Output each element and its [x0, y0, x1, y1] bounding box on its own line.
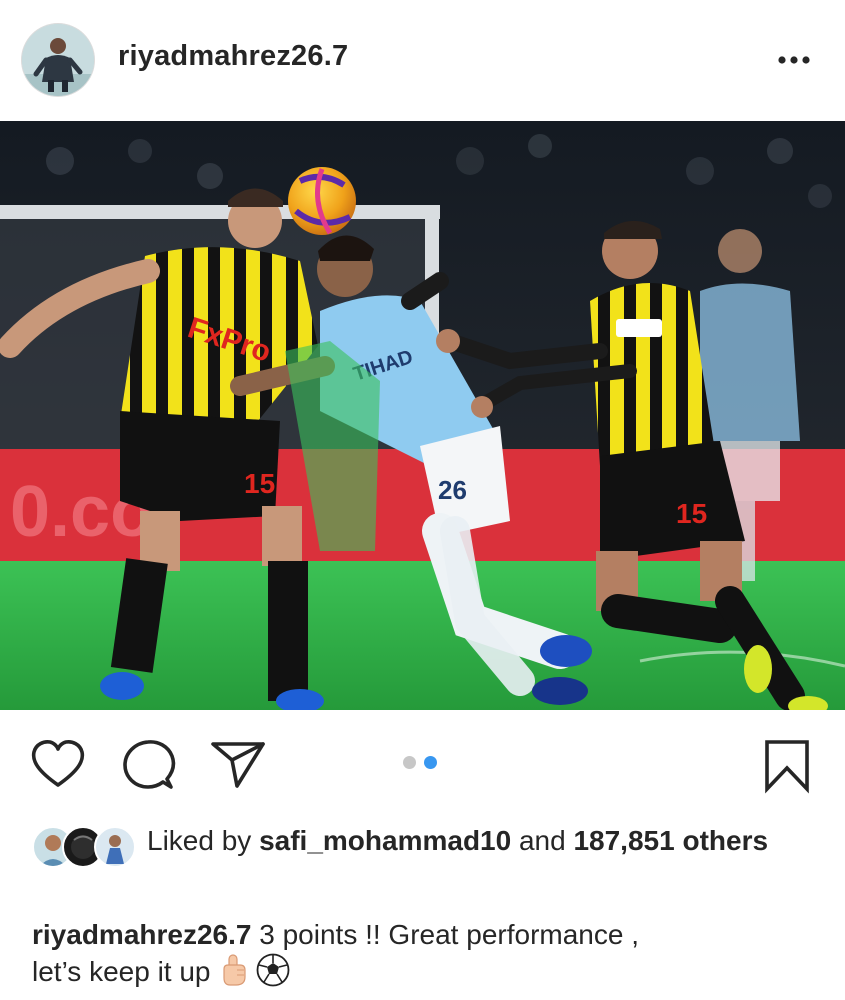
jersey-number: 15 — [244, 468, 275, 499]
liker-avatar[interactable] — [94, 826, 136, 868]
soccer-ball-icon — [256, 953, 290, 996]
likes-count[interactable]: 187,851 — [573, 825, 674, 856]
jersey-number: 26 — [438, 475, 467, 505]
likes-text: Liked by safi_mohammad10 and 187,851 oth… — [147, 822, 787, 859]
carousel-indicator — [403, 756, 445, 774]
caption-text: let’s keep it up — [32, 956, 211, 987]
jersey-number: 15 — [676, 498, 707, 529]
profile-avatar[interactable] — [22, 24, 94, 96]
post-actions — [0, 710, 845, 810]
carousel-dot — [403, 756, 416, 769]
carousel-dot-active — [424, 756, 437, 769]
share-paper-plane-icon[interactable] — [209, 738, 267, 790]
more-options-icon[interactable] — [772, 42, 816, 78]
likes-others[interactable]: others — [682, 825, 768, 856]
liker-avatars — [32, 826, 136, 868]
caption-text: 3 points !! Great performance , — [259, 919, 639, 950]
avatar-photo — [22, 24, 94, 96]
post-photo[interactable]: 0.co fly.P FxPro 15 — [0, 121, 845, 710]
post-header: riyadmahrez26.7 — [0, 0, 845, 120]
likes-prefix: Liked by — [147, 825, 252, 856]
save-bookmark-icon[interactable] — [762, 738, 812, 794]
liked-by-username[interactable]: safi_mohammad10 — [259, 825, 511, 856]
caption-username[interactable]: riyadmahrez26.7 — [32, 919, 251, 950]
like-heart-icon[interactable] — [30, 739, 86, 789]
post-username[interactable]: riyadmahrez26.7 — [118, 40, 348, 73]
post-caption: riyadmahrez26.7 3 points !! Great perfor… — [32, 916, 812, 996]
pointing-up-hand-icon — [218, 953, 248, 996]
comment-bubble-icon[interactable] — [121, 739, 177, 793]
likes-joiner: and — [518, 825, 566, 856]
